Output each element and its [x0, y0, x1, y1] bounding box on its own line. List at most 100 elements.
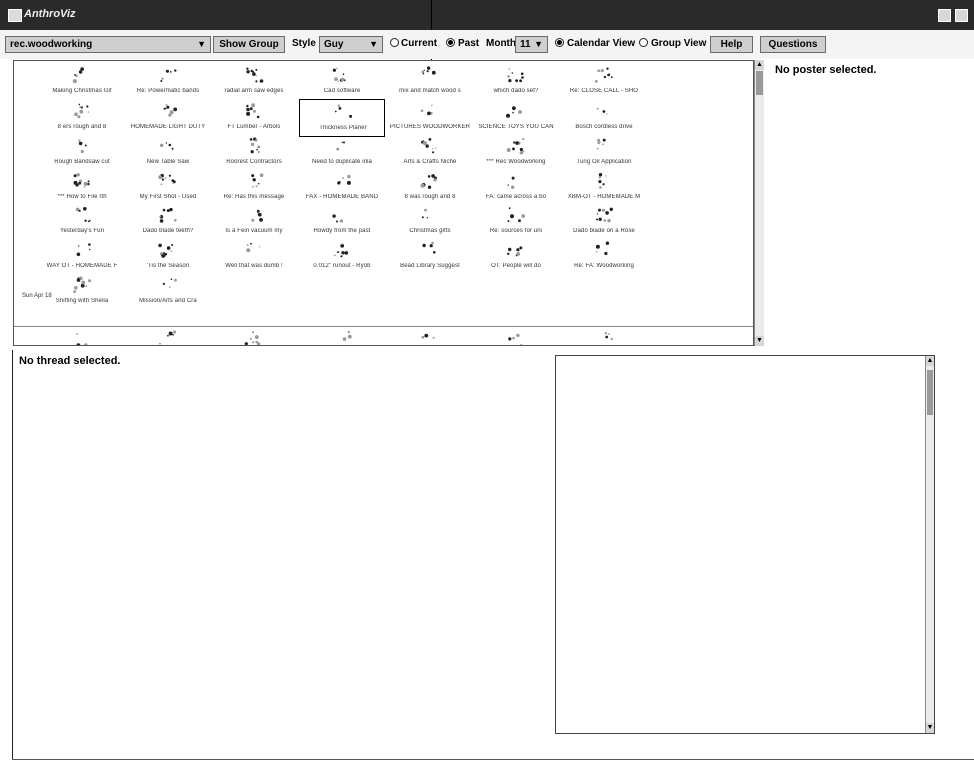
figure-dot — [76, 333, 79, 335]
figure-dot — [598, 208, 601, 212]
thread-cell[interactable]: Sniffing with Sheila — [39, 273, 125, 311]
figure-dot — [431, 104, 433, 107]
thread-cell[interactable]: My First Shot - Used — [125, 169, 211, 207]
thread-cell[interactable]: Tung Oil Application — [561, 134, 647, 172]
thread-cell[interactable]: 8 ers rough and 8 — [39, 99, 125, 137]
show-group-button[interactable]: Show Group — [213, 36, 285, 53]
figure-dot — [83, 207, 87, 211]
newsgroup-select[interactable]: rec.woodworking ▼ — [5, 36, 211, 53]
figure-dot — [512, 147, 515, 151]
thread-cell[interactable] — [299, 327, 385, 345]
past-radio[interactable] — [446, 38, 455, 47]
thread-cell[interactable] — [473, 327, 559, 345]
thread-cell[interactable]: Making Christmas Gif — [39, 63, 125, 101]
maximize-icon[interactable] — [955, 9, 968, 22]
figure-dot — [259, 79, 264, 83]
thread-cell[interactable]: PICTURES WOODWORKER — [387, 99, 473, 137]
scroll-thumb[interactable] — [756, 71, 763, 95]
message-text-area[interactable] — [555, 355, 935, 734]
figure-dot — [251, 103, 255, 108]
thread-cell[interactable]: Is a Fein vacuum my — [211, 203, 297, 241]
thread-cell[interactable]: WAY OT - HOMEMADE F — [39, 238, 125, 276]
scroll-thumb[interactable] — [927, 370, 933, 415]
thread-cell[interactable]: Arts & Crafts Niche — [387, 134, 473, 172]
thread-cell[interactable]: Bead Library Suggest — [387, 238, 473, 276]
figure-dot — [164, 107, 167, 110]
thread-cell[interactable]: Re: sources for uni — [473, 203, 559, 241]
scroll-up-icon[interactable]: ▲ — [755, 60, 764, 70]
thread-title: Thickness Planer — [319, 125, 367, 131]
thread-cell[interactable]: radial arm saw edges — [211, 63, 297, 101]
thread-cell[interactable] — [39, 327, 125, 345]
group-view-radio[interactable] — [639, 38, 648, 47]
thread-cell[interactable]: 0.012" runout - Ryob — [299, 238, 385, 276]
figure-dot — [84, 343, 88, 345]
scroll-down-icon[interactable]: ▼ — [926, 723, 934, 733]
figure-dot — [608, 333, 610, 335]
figure-dot — [333, 254, 336, 257]
thread-cell[interactable]: Re: Has this message — [211, 169, 297, 207]
message-scrollbar[interactable]: ▲ ▼ — [925, 356, 934, 733]
thread-title: Well that was dumb ! — [225, 263, 283, 269]
figure-dot — [249, 337, 252, 340]
figure-dot — [162, 282, 165, 285]
thread-cell[interactable]: Thickness Planer — [299, 99, 385, 137]
grid-scrollbar[interactable]: ▲ ▼ — [754, 60, 764, 346]
thread-cell[interactable]: Well that was dumb ! — [211, 238, 297, 276]
figure-dot — [347, 330, 351, 334]
thread-cell[interactable]: Dado blade on a Rose — [561, 203, 647, 241]
thread-cell[interactable]: Re: Powermatic bands — [125, 63, 211, 101]
thread-cell[interactable]: Christmas gifts — [387, 203, 473, 241]
scroll-down-icon[interactable]: ▼ — [755, 336, 764, 346]
thread-cell[interactable]: *** How to File rth — [39, 169, 125, 207]
figure-dot — [79, 109, 84, 114]
minimize-icon[interactable] — [938, 9, 951, 22]
thread-cell[interactable]: Re: FA: Woodworking — [561, 238, 647, 276]
thread-cell[interactable]: Dado blade teeth? — [125, 203, 211, 241]
figure-dot — [603, 219, 607, 222]
thread-cell[interactable]: FAX - HOMEMADE BAND — [299, 169, 385, 207]
thread-cell[interactable]: Cad software — [299, 63, 385, 101]
thread-cell[interactable] — [561, 327, 647, 345]
thread-cell[interactable]: HOMEMADE LIGHT DUTY — [125, 99, 211, 137]
thread-cell[interactable]: Re: CLOSE CALL - SHO — [561, 63, 647, 101]
thread-cell[interactable]: Mission/Arts and Cra — [125, 273, 211, 311]
thread-cell[interactable]: *** Rec Woodworking — [473, 134, 559, 172]
thread-cell[interactable]: Rough Bandsaw cut — [39, 134, 125, 172]
current-label: Current — [401, 38, 438, 49]
thread-title: Making Christmas Gif — [52, 88, 112, 94]
thread-cell[interactable]: Bosch cordless drive — [561, 99, 647, 137]
figure-dot — [508, 68, 511, 70]
thread-cell[interactable]: Roorest Contractors — [211, 134, 297, 172]
thread-cell[interactable]: Need to duplicate inla — [299, 134, 385, 172]
thread-title: XBM-OT - HOMEMADE M — [567, 194, 641, 200]
help-button[interactable]: Help — [710, 36, 753, 53]
thread-cell[interactable]: 8 was rough and 8 — [387, 169, 473, 207]
month-select[interactable]: 11 ▼ — [515, 36, 548, 53]
chevron-down-icon: ▼ — [369, 39, 378, 49]
thread-cell[interactable]: Yesterday's Fun — [39, 203, 125, 241]
thread-cell[interactable]: mix and match wood s — [387, 63, 473, 101]
thread-cell[interactable]: SCIENCE TOYS YOU CAN — [473, 99, 559, 137]
thread-cell[interactable]: 'Tis the Season — [125, 238, 211, 276]
figure-dot — [165, 253, 168, 256]
thread-cell[interactable]: New Table Saw — [125, 134, 211, 172]
thread-cell[interactable]: Howdy from the past — [299, 203, 385, 241]
figure-dot — [84, 219, 87, 222]
thread-cell[interactable] — [387, 327, 473, 345]
current-radio[interactable] — [390, 38, 399, 47]
thread-cell[interactable]: FA: came across a bo — [473, 169, 559, 207]
scroll-up-icon[interactable]: ▲ — [926, 356, 934, 366]
questions-button[interactable]: Questions — [760, 36, 826, 53]
thread-cell[interactable]: FT Lumber - Arbols — [211, 99, 297, 137]
thread-cell[interactable] — [125, 327, 211, 345]
thread-cell[interactable]: OT: People will do — [473, 238, 559, 276]
calendar-view-radio[interactable] — [555, 38, 564, 47]
figure-dot — [606, 67, 609, 70]
thread-cell[interactable]: which dado set? — [473, 63, 559, 101]
thread-cell[interactable] — [211, 327, 297, 345]
figure-dot — [598, 180, 602, 184]
thread-cell[interactable]: XBM-OT - HOMEMADE M — [561, 169, 647, 207]
thread-figure-icon — [76, 243, 91, 257]
style-select[interactable]: Guy ▼ — [319, 36, 383, 53]
